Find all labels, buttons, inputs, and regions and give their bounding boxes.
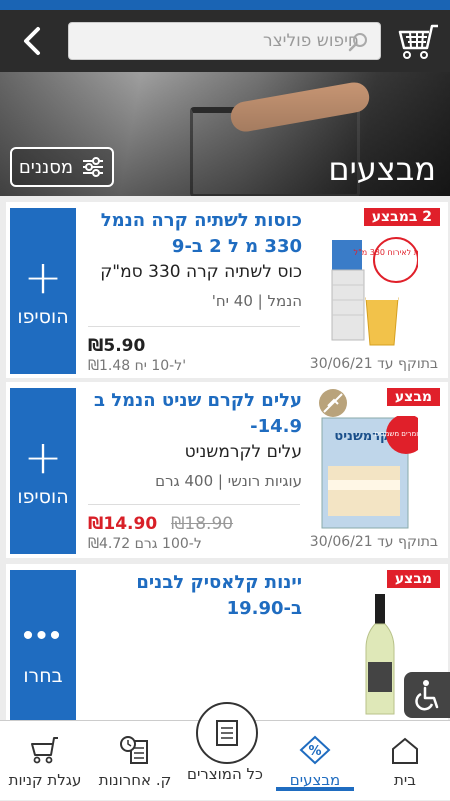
product-list: + הוסיפו כוסות לשתיה קרה הנמל 330 מ ל 2 … bbox=[0, 196, 450, 720]
product-price-row: ₪14.90 ₪18.90 bbox=[88, 514, 300, 534]
top-accent-stripe bbox=[0, 0, 450, 10]
choose-button-label: בחרו bbox=[23, 665, 63, 687]
nav-shopping-cart[interactable]: עגלת קניות bbox=[0, 721, 90, 801]
product-list-icon bbox=[216, 720, 238, 746]
old-price: ₪18.90 bbox=[171, 514, 234, 534]
product-price: ₪14.90 bbox=[88, 514, 158, 534]
product-title[interactable]: כוסות לשתיה קרה הנמל 330 מ ל 2 ב-9 bbox=[82, 208, 302, 260]
add-button-label: הוסיפו bbox=[17, 306, 69, 328]
svg-text:%: % bbox=[308, 744, 321, 759]
image-sticker-text: ללא חומרים משמרים bbox=[374, 430, 418, 438]
product-description: כוס לשתיה קרה 330 סמ"ק bbox=[100, 262, 302, 282]
sale-badge: מבצע bbox=[386, 570, 440, 588]
accessibility-button[interactable] bbox=[404, 672, 450, 718]
search-icon bbox=[348, 33, 367, 52]
product-card: + הוסיפו עלים לקרם שניט הנמל ב 14.9- עלי… bbox=[6, 382, 448, 558]
product-image-cups[interactable]: נהדרות לאירוח 330 מ"ל bbox=[318, 230, 418, 350]
recent-orders-icon bbox=[120, 736, 148, 764]
valid-until: בתוקף עד 30/06/21 bbox=[309, 534, 438, 550]
no-preservatives-icon bbox=[319, 389, 347, 417]
valid-until: בתוקף עד 30/06/21 bbox=[309, 356, 438, 372]
active-underline bbox=[276, 787, 354, 791]
add-button-label: הוסיפו bbox=[17, 486, 69, 508]
choose-button[interactable]: ••• בחרו bbox=[10, 570, 76, 720]
nav-label: כל המוצרים bbox=[187, 765, 263, 783]
sale-badge: 2 במבצע bbox=[363, 208, 440, 226]
product-card: ••• בחרו יינות קלאסיק לבנים ב-19.90 מבצע bbox=[6, 564, 448, 720]
plus-icon: + bbox=[23, 430, 63, 484]
divider bbox=[88, 326, 300, 327]
back-arrow-icon[interactable] bbox=[12, 24, 52, 58]
all-products-circle-button[interactable] bbox=[196, 702, 258, 764]
filter-label: מסננים bbox=[18, 156, 74, 178]
nav-label: בית bbox=[394, 771, 416, 789]
image-sticker-text: נהדרות לאירוח 330 מ"ל bbox=[354, 248, 418, 257]
more-dots-icon: ••• bbox=[22, 618, 64, 653]
search-input[interactable] bbox=[109, 23, 369, 59]
wheelchair-icon bbox=[415, 680, 439, 711]
product-card: + הוסיפו כוסות לשתיה קרה הנמל 330 מ ל 2 … bbox=[6, 202, 448, 378]
page-title: מבצעים bbox=[328, 150, 436, 188]
sliders-icon bbox=[83, 157, 104, 177]
search-box[interactable] bbox=[68, 22, 381, 60]
product-image-wine[interactable] bbox=[360, 592, 400, 716]
product-meta: עוגיות רונשי | 400 גרם bbox=[155, 472, 302, 490]
add-to-cart-button[interactable]: + הוסיפו bbox=[10, 208, 76, 374]
product-meta: הנמל | 40 יח' bbox=[211, 292, 302, 310]
nav-label: עגלת קניות bbox=[8, 771, 82, 789]
product-price: ₪5.90 bbox=[88, 336, 146, 356]
sale-badge: מבצע bbox=[386, 388, 440, 406]
home-icon bbox=[392, 737, 418, 764]
shopping-cart-icon bbox=[31, 737, 58, 764]
plus-icon: + bbox=[23, 250, 63, 304]
nav-home[interactable]: בית bbox=[360, 721, 450, 801]
top-bar bbox=[0, 10, 450, 72]
unit-price: ₪1.48 ל-10 יח' bbox=[88, 358, 187, 374]
nav-label: ק. אחרונות bbox=[98, 771, 172, 789]
nav-recent-orders[interactable]: ק. אחרונות bbox=[90, 721, 180, 801]
divider bbox=[88, 504, 300, 505]
shopping-cart-icon[interactable] bbox=[396, 20, 442, 62]
unit-price: ₪4.72 ל-100 גרם bbox=[88, 536, 202, 552]
product-description: עלים לקרמשניט bbox=[184, 442, 302, 462]
product-title[interactable]: עלים לקרם שניט הנמל ב 14.9- bbox=[82, 388, 302, 440]
percent-tag-icon: % bbox=[299, 735, 331, 765]
product-image-pastry[interactable]: קרמשניט ללא חומרים משמרים bbox=[318, 416, 418, 532]
filter-button[interactable]: מסננים bbox=[10, 147, 114, 187]
product-title[interactable]: יינות קלאסיק לבנים ב-19.90 bbox=[82, 570, 302, 622]
nav-deals[interactable]: % מבצעים bbox=[270, 721, 360, 801]
add-to-cart-button[interactable]: + הוסיפו bbox=[10, 388, 76, 554]
